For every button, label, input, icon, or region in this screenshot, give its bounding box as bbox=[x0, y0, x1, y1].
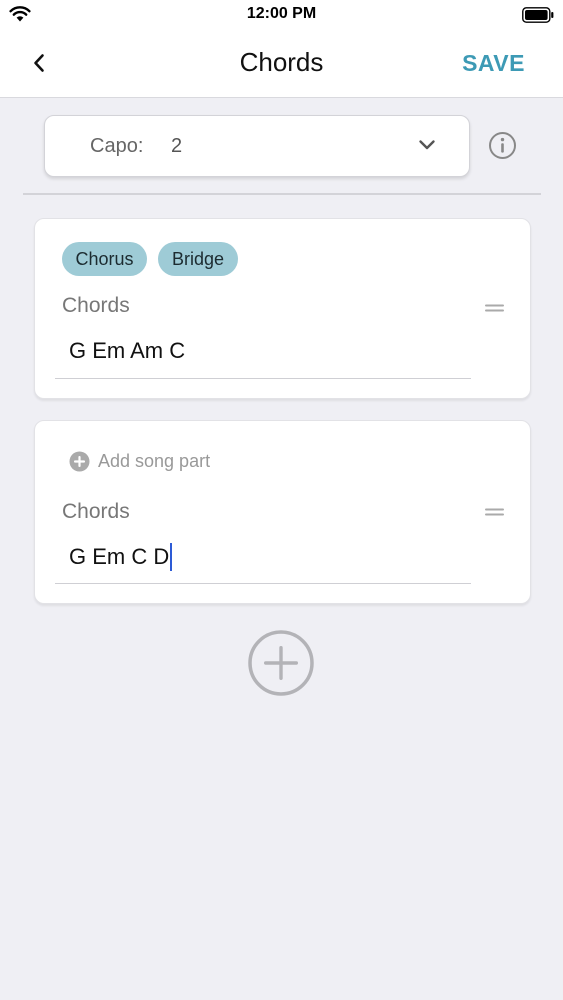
chords-label: Chords bbox=[62, 500, 130, 523]
song-part-card: Add song part Chords G Em C D bbox=[34, 420, 531, 604]
status-bar: 12:00 PM bbox=[0, 0, 563, 30]
add-song-part-label: Add song part bbox=[98, 451, 211, 471]
navigation-bar: Chords SAVE bbox=[0, 30, 563, 98]
chords-value: G Em Am C bbox=[69, 338, 186, 363]
drag-handle-icon[interactable] bbox=[485, 508, 504, 516]
section-divider bbox=[23, 193, 541, 195]
chords-input[interactable]: G Em Am C bbox=[55, 336, 471, 379]
tag-chorus[interactable]: Chorus bbox=[62, 242, 147, 276]
info-icon[interactable] bbox=[488, 131, 517, 160]
drag-handle-icon[interactable] bbox=[485, 304, 504, 312]
song-part-card: Chorus Bridge Chords G Em Am C bbox=[34, 218, 531, 399]
status-time: 12:00 PM bbox=[246, 5, 317, 22]
save-button[interactable]: SAVE bbox=[462, 50, 525, 77]
plus-circle-icon bbox=[69, 451, 90, 472]
chords-value: G Em C D bbox=[69, 544, 170, 569]
chevron-down-icon bbox=[419, 140, 435, 150]
chords-label: Chords bbox=[62, 294, 130, 317]
capo-select[interactable]: Capo: 2 bbox=[44, 115, 470, 177]
battery-icon bbox=[522, 7, 554, 23]
capo-value: 2 bbox=[171, 135, 183, 157]
add-song-part-button[interactable]: Add song part bbox=[69, 451, 210, 472]
tag-bridge[interactable]: Bridge bbox=[158, 242, 238, 276]
plus-circle-icon[interactable] bbox=[248, 630, 314, 696]
text-cursor bbox=[170, 543, 173, 571]
chords-value-field: G Em C D bbox=[69, 543, 173, 571]
capo-label: Capo: bbox=[90, 135, 144, 157]
chords-input[interactable]: G Em C D bbox=[55, 541, 471, 584]
